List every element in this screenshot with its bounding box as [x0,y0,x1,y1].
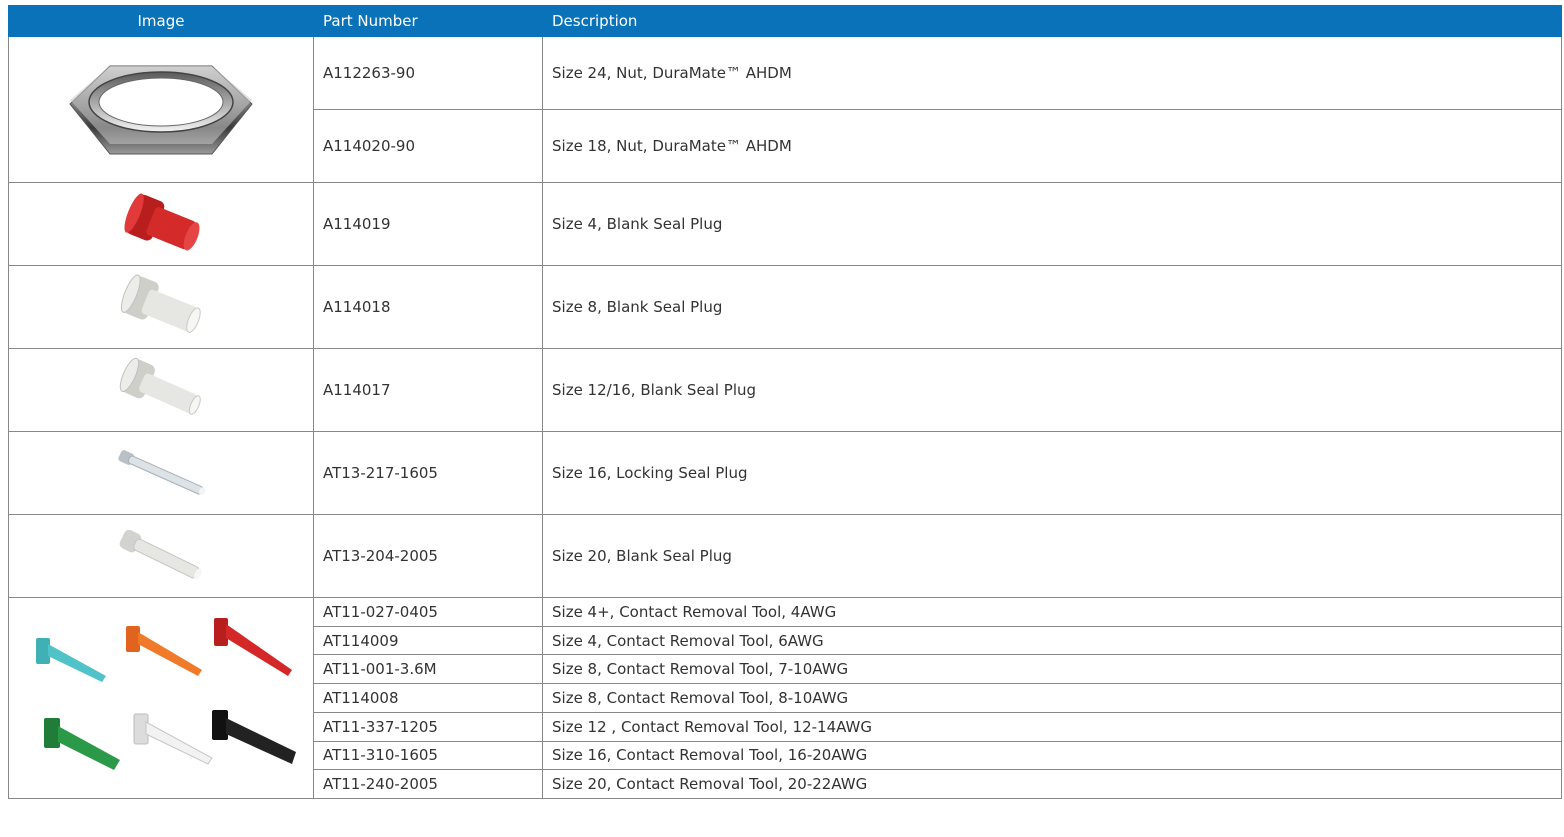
description-cell: Size 8, Blank Seal Plug [542,265,1562,349]
white-seal-plug-image [8,514,314,598]
locking-seal-plug-image [8,431,314,515]
description-cell: Size 4, Contact Removal Tool, 6AWG [542,625,1562,656]
table-row: A114017 Size 12/16, Blank Seal Plug [8,348,1562,432]
red-seal-plug-icon [124,193,200,251]
table-row: A114019 Size 4, Blank Seal Plug [8,182,1562,266]
part-number-cell: AT114008 [313,683,543,713]
table-row: A112263-90 Size 24, Nut, DuraMate™ AHDM [8,36,1562,183]
removal-tools-image [8,597,314,799]
hex-nut-image [8,36,314,183]
description-cell: Size 4, Blank Seal Plug [542,182,1562,266]
parts-table: Image Part Number Description A112263-90… [8,5,1562,799]
table-row: AT13-204-2005 Size 20, Blank Seal Plug [8,514,1562,598]
part-number-cell: AT11-027-0405 [313,597,543,627]
header-part-number: Part Number [313,5,543,37]
part-number-cell: A112263-90 [313,36,543,110]
part-number-cell: AT11-310-1605 [313,740,543,771]
table-row: AT11-027-0405 Size 4+, Contact Removal T… [8,597,1562,799]
part-number-cell: AT11-001-3.6M [313,654,543,685]
description-cell: Size 8, Contact Removal Tool, 8-10AWG [542,683,1562,713]
part-number-cell: AT11-240-2005 [313,769,543,799]
locking-seal-plug-icon [118,450,206,496]
description-cell: Size 12 , Contact Removal Tool, 12-14AWG [542,711,1562,742]
table-row: A114018 Size 8, Blank Seal Plug [8,265,1562,349]
header-image: Image [8,5,314,37]
part-number-cell: A114018 [313,265,543,349]
hex-nut-icon [69,65,253,154]
part-number-cell: A114020-90 [313,109,543,183]
part-number-cell: AT11-337-1205 [313,711,543,742]
description-cell: Size 4+, Contact Removal Tool, 4AWG [542,597,1562,627]
header-row: Image Part Number Description [8,5,1562,37]
white-seal-plug-icon [120,274,201,333]
part-number-cell: A114019 [313,182,543,266]
white-seal-plug-icon [119,529,202,580]
removal-tools-icon [36,618,296,770]
header-description: Description [542,5,1562,37]
description-cell: Size 12/16, Blank Seal Plug [542,348,1562,432]
table-row: AT13-217-1605 Size 16, Locking Seal Plug [8,431,1562,515]
description-cell: Size 16, Locking Seal Plug [542,431,1562,515]
description-cell: Size 24, Nut, DuraMate™ AHDM [542,36,1562,110]
part-number-cell: AT13-217-1605 [313,431,543,515]
part-number-cell: A114017 [313,348,543,432]
white-seal-plug-icon [119,357,201,415]
part-number-cell: AT114009 [313,625,543,656]
description-cell: Size 18, Nut, DuraMate™ AHDM [542,109,1562,183]
white-seal-plug-image [8,265,314,349]
description-cell: Size 8, Contact Removal Tool, 7-10AWG [542,654,1562,685]
description-cell: Size 20, Contact Removal Tool, 20-22AWG [542,769,1562,799]
description-cell: Size 20, Blank Seal Plug [542,514,1562,598]
part-number-cell: AT13-204-2005 [313,514,543,598]
red-seal-plug-image [8,182,314,266]
description-cell: Size 16, Contact Removal Tool, 16-20AWG [542,740,1562,771]
white-seal-plug-image [8,348,314,432]
